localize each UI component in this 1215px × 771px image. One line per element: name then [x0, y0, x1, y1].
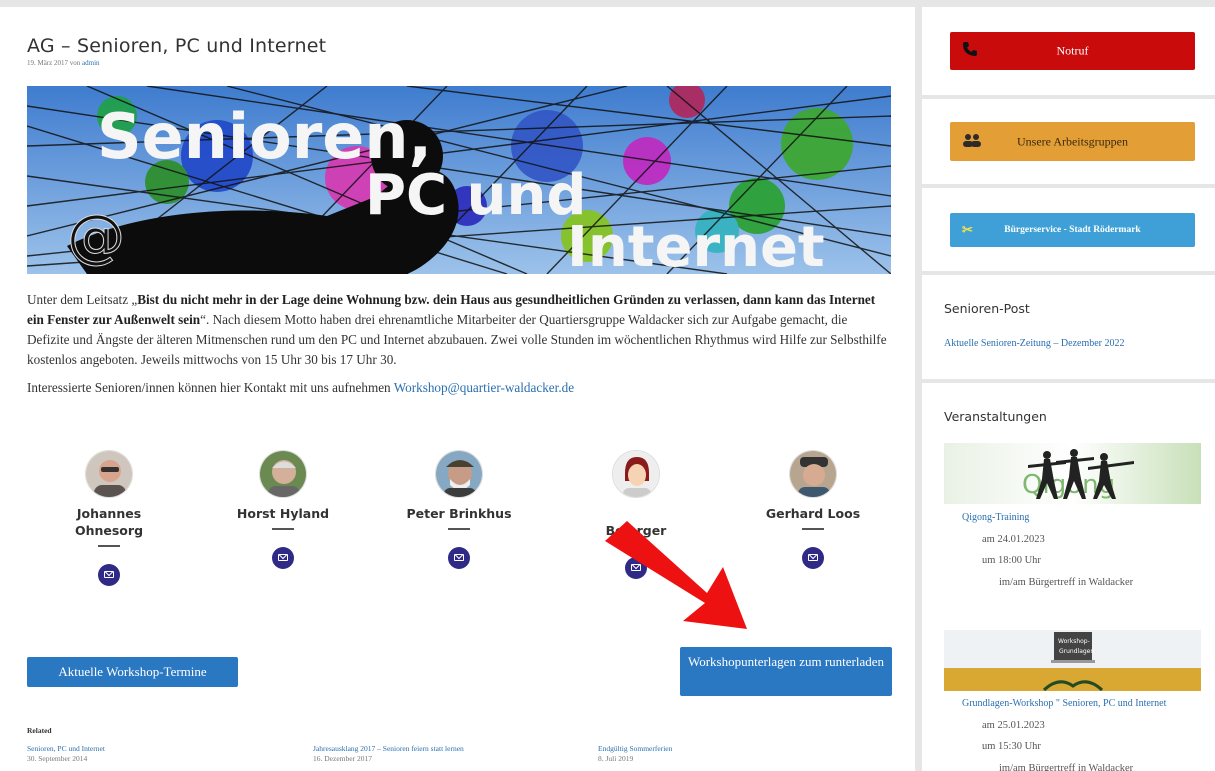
event-location: im/am Bürgertreff in Waldacker	[999, 763, 1134, 771]
event-title-link[interactable]: Grundlagen-Workshop " Senioren, PC und I…	[962, 698, 1166, 709]
veranstaltungen-title: Veranstaltungen	[944, 409, 1047, 424]
avatar	[259, 450, 307, 498]
header-banner-image: Senioren, PC und Internet @	[27, 86, 891, 274]
buergerservice-button[interactable]: ✂ Bürgerservice - Stadt Rödermark	[950, 213, 1195, 247]
member-name: Gerhard Loos	[765, 506, 861, 521]
post-meta: 19. März 2017 von admin	[27, 59, 100, 67]
member-name: Peter Brinkhus	[406, 506, 512, 521]
email-icon[interactable]	[272, 547, 294, 569]
related-date: 16. Dezember 2017	[313, 754, 372, 763]
sidebar: Notruf Unsere Arbeitsgruppen ✂ Bürgerser…	[922, 7, 1215, 771]
contact-line: Interessierte Senioren/innen können hier…	[27, 380, 575, 395]
grundlagen-event-image: Workshop- Grundlagen	[944, 630, 1201, 691]
main-content: AG – Senioren, PC und Internet 19. März …	[27, 7, 892, 771]
separator	[922, 184, 1215, 188]
avatar	[435, 450, 483, 498]
related-link[interactable]: Senioren, PC und Internet	[27, 744, 105, 753]
team-member: Gerhard Loos	[753, 450, 873, 569]
arbeitsgruppen-button[interactable]: Unsere Arbeitsgruppen	[950, 122, 1195, 161]
email-icon[interactable]	[802, 547, 824, 569]
email-icon[interactable]	[98, 564, 120, 586]
notruf-button[interactable]: Notruf	[950, 32, 1195, 70]
team-members: Johannes Ohnesorg Horst Hyland Peter Bri…	[27, 450, 892, 610]
avatar	[612, 450, 660, 498]
team-member: Peter Brinkhus	[399, 450, 519, 569]
email-icon[interactable]	[448, 547, 470, 569]
team-member: Horst Hyland	[223, 450, 343, 569]
red-arrow-annotation	[605, 521, 747, 629]
workshop-termine-button[interactable]: Aktuelle Workshop-Termine	[27, 657, 238, 687]
event-title-link[interactable]: Qigong-Training	[962, 512, 1029, 523]
related-link[interactable]: Endgültig Sommerferien	[598, 744, 672, 753]
divider	[802, 528, 824, 530]
qigong-event-image: Qigong	[944, 443, 1201, 504]
senioren-post-title: Senioren-Post	[944, 301, 1030, 316]
senioren-zeitung-link[interactable]: Aktuelle Senioren-Zeitung – Dezember 202…	[944, 338, 1125, 349]
divider	[272, 528, 294, 530]
event-date: am 25.01.2023	[982, 720, 1045, 731]
member-name: Horst Hyland	[236, 506, 330, 521]
svg-text:Workshop-: Workshop-	[1058, 638, 1090, 645]
event-date: am 24.01.2023	[982, 534, 1045, 545]
event-time: um 18:00 Uhr	[982, 555, 1041, 566]
related-heading: Related	[27, 726, 52, 735]
related-link[interactable]: Jahresausklang 2017 – Senioren feiern st…	[313, 744, 464, 753]
top-border	[0, 0, 1215, 7]
related-date: 8. Juli 2019	[598, 754, 634, 763]
related-date: 30. September 2014	[27, 754, 88, 763]
svg-text:Grundlagen: Grundlagen	[1059, 648, 1094, 655]
event-time: um 15:30 Uhr	[982, 741, 1041, 752]
member-name: Johannes Ohnesorg	[74, 506, 144, 538]
related-item: Endgültig Sommerferien 8. Juli 2019	[598, 744, 672, 764]
workshop-email-link[interactable]: Workshop@quartier-waldacker.de	[394, 380, 574, 395]
team-member: Johannes Ohnesorg	[49, 450, 169, 586]
event-location: im/am Bürgertreff in Waldacker	[999, 577, 1134, 588]
avatar	[789, 450, 837, 498]
related-item: Senioren, PC und Internet 30. September …	[27, 744, 105, 764]
workshop-download-button[interactable]: Workshopunterlagen zum runterladen	[680, 647, 892, 696]
author-link[interactable]: admin	[82, 59, 100, 67]
column-divider	[915, 0, 922, 771]
separator	[922, 271, 1215, 275]
post-date: 19. März 2017 von	[27, 59, 81, 67]
banner-text-internet: Internet	[567, 215, 825, 274]
divider	[448, 528, 470, 530]
intro-paragraph: Unter dem Leitsatz „Bist du nicht mehr i…	[27, 292, 887, 367]
divider	[98, 545, 120, 547]
avatar	[85, 450, 133, 498]
separator	[922, 379, 1215, 383]
banner-text-pc: PC und	[365, 163, 586, 228]
at-sign-icon: @	[67, 202, 125, 270]
separator	[922, 95, 1215, 99]
related-item: Jahresausklang 2017 – Senioren feiern st…	[313, 744, 464, 764]
page-title: AG – Senioren, PC und Internet	[27, 35, 327, 57]
